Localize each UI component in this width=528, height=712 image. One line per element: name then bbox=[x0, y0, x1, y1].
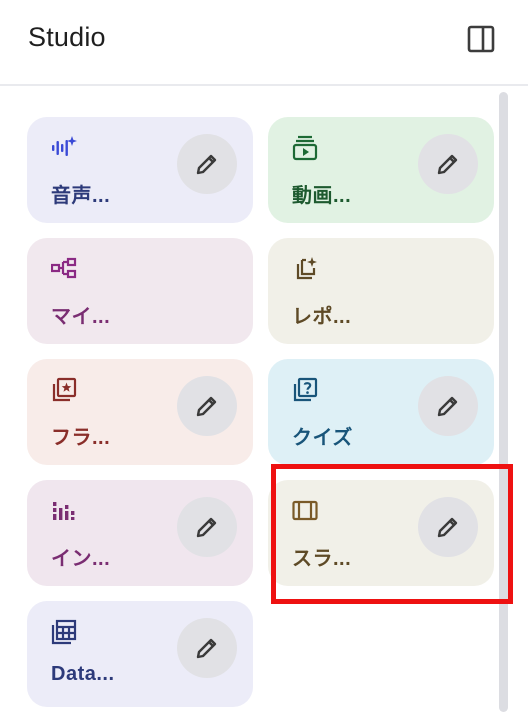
pencil-edit-icon bbox=[437, 154, 458, 175]
flashcards-icon bbox=[51, 377, 77, 403]
toggle-panel-button[interactable] bbox=[466, 24, 496, 54]
card-report[interactable]: レポ... bbox=[268, 238, 494, 344]
edit-button[interactable] bbox=[418, 134, 478, 194]
card-mind-map[interactable]: マイ... bbox=[27, 238, 253, 344]
pencil-edit-icon bbox=[437, 396, 458, 417]
edit-button[interactable] bbox=[177, 497, 237, 557]
card-label: 動画... bbox=[292, 185, 352, 207]
pencil-edit-icon bbox=[196, 396, 217, 417]
studio-header: Studio bbox=[0, 0, 528, 86]
scrollbar[interactable] bbox=[498, 92, 510, 712]
quiz-icon bbox=[292, 377, 318, 403]
card-video-overview[interactable]: 動画... bbox=[268, 117, 494, 223]
edit-button[interactable] bbox=[177, 134, 237, 194]
card-audio-overview[interactable]: 音声... bbox=[27, 117, 253, 223]
pencil-edit-icon bbox=[196, 517, 217, 538]
card-quiz[interactable]: クイズ bbox=[268, 359, 494, 465]
infographic-icon bbox=[51, 498, 77, 524]
card-label: 音声... bbox=[51, 185, 111, 207]
card-infographic[interactable]: イン... bbox=[27, 480, 253, 586]
scrollbar-thumb[interactable] bbox=[499, 92, 508, 712]
report-sparkle-icon bbox=[292, 256, 318, 282]
pencil-edit-icon bbox=[196, 638, 217, 659]
pencil-edit-icon bbox=[196, 154, 217, 175]
data-table-icon bbox=[51, 619, 77, 645]
card-flashcards[interactable]: フラ... bbox=[27, 359, 253, 465]
highlight-box bbox=[271, 464, 513, 604]
card-label: クイズ bbox=[292, 427, 353, 449]
card-label: レポ... bbox=[292, 306, 352, 328]
edit-button[interactable] bbox=[177, 376, 237, 436]
side-panel-icon bbox=[467, 25, 495, 53]
edit-button[interactable] bbox=[418, 376, 478, 436]
card-label: マイ... bbox=[51, 306, 111, 328]
video-play-icon bbox=[292, 135, 318, 161]
audio-waveform-icon bbox=[51, 135, 77, 161]
card-label: Data... bbox=[51, 663, 115, 685]
mindmap-icon bbox=[51, 256, 77, 282]
page-title: Studio bbox=[28, 22, 106, 52]
card-label: イン... bbox=[51, 548, 111, 570]
card-data-table[interactable]: Data... bbox=[27, 601, 253, 707]
card-label: フラ... bbox=[51, 427, 111, 449]
edit-button[interactable] bbox=[177, 618, 237, 678]
